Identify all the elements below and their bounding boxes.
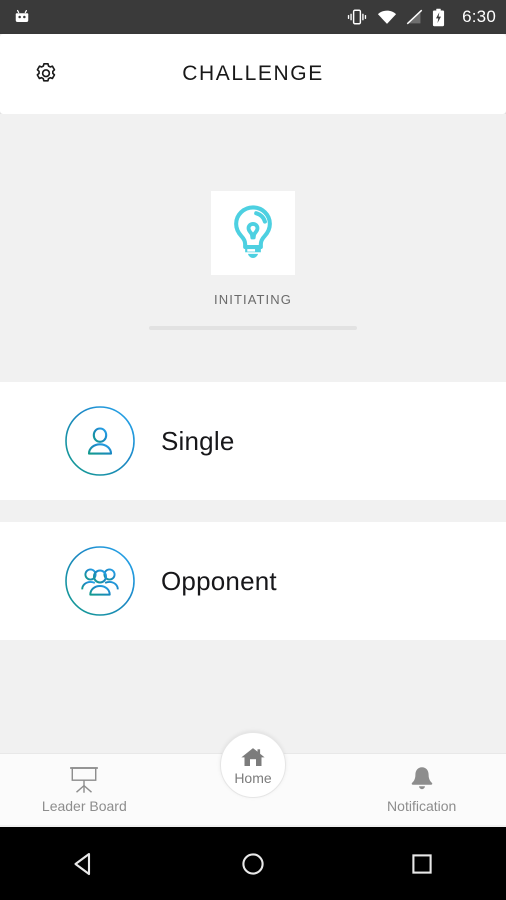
- status-bar-notification-area: [12, 7, 32, 27]
- nav-recents-button[interactable]: [392, 834, 452, 894]
- android-robot-icon: [15, 9, 29, 22]
- mode-row-single[interactable]: Single: [0, 382, 506, 500]
- app-bar: CHALLENGE: [0, 34, 506, 114]
- square-recents-icon: [411, 853, 432, 874]
- row-separator: [0, 500, 506, 522]
- circle-home-icon: [242, 852, 264, 875]
- people-group-icon: [65, 546, 135, 616]
- single-mode-icon-circle: [65, 406, 135, 476]
- vibrate-icon: [347, 9, 367, 25]
- mode-label: Opponent: [161, 565, 277, 596]
- nav-back-button[interactable]: [54, 834, 114, 894]
- presentation-board-icon: [70, 767, 99, 793]
- wifi-icon: [378, 10, 397, 24]
- status-progress-line: [149, 326, 357, 330]
- mode-row-opponent[interactable]: Opponent: [0, 522, 506, 640]
- settings-button[interactable]: [32, 60, 60, 88]
- bell-icon: [411, 767, 432, 790]
- person-icon: [65, 406, 135, 476]
- status-icon-tile: [211, 191, 295, 275]
- battery-charging-icon: [433, 8, 445, 26]
- tab-notification[interactable]: Notification: [337, 754, 506, 825]
- tab-leader-board[interactable]: Leader Board: [0, 754, 169, 825]
- status-bar-system-icons: 6:30: [346, 7, 496, 27]
- phone-screen: 6:30 CHALLENGE INITIATING Single Opponen…: [0, 0, 506, 900]
- status-label: INITIATING: [214, 292, 292, 307]
- gear-icon: [36, 63, 56, 82]
- tab-home-button[interactable]: Home: [220, 732, 286, 798]
- signal-off-icon: [406, 9, 423, 25]
- android-navigation-bar: [0, 827, 506, 900]
- tab-label: Leader Board: [41, 798, 127, 814]
- tab-label: Home: [234, 769, 272, 786]
- home-icon: [241, 747, 265, 766]
- challenge-status-panel: INITIATING: [0, 114, 506, 382]
- android-status-bar: 6:30: [0, 0, 506, 34]
- lightbulb-icon: [234, 205, 272, 258]
- mode-label: Single: [161, 425, 235, 456]
- status-bar-clock: 6:30: [462, 7, 496, 26]
- triangle-back-icon: [74, 852, 91, 875]
- page-title: CHALLENGE: [182, 62, 324, 85]
- tab-label: Notification: [387, 798, 457, 814]
- nav-home-button[interactable]: [223, 834, 283, 894]
- opponent-mode-icon-circle: [65, 546, 135, 616]
